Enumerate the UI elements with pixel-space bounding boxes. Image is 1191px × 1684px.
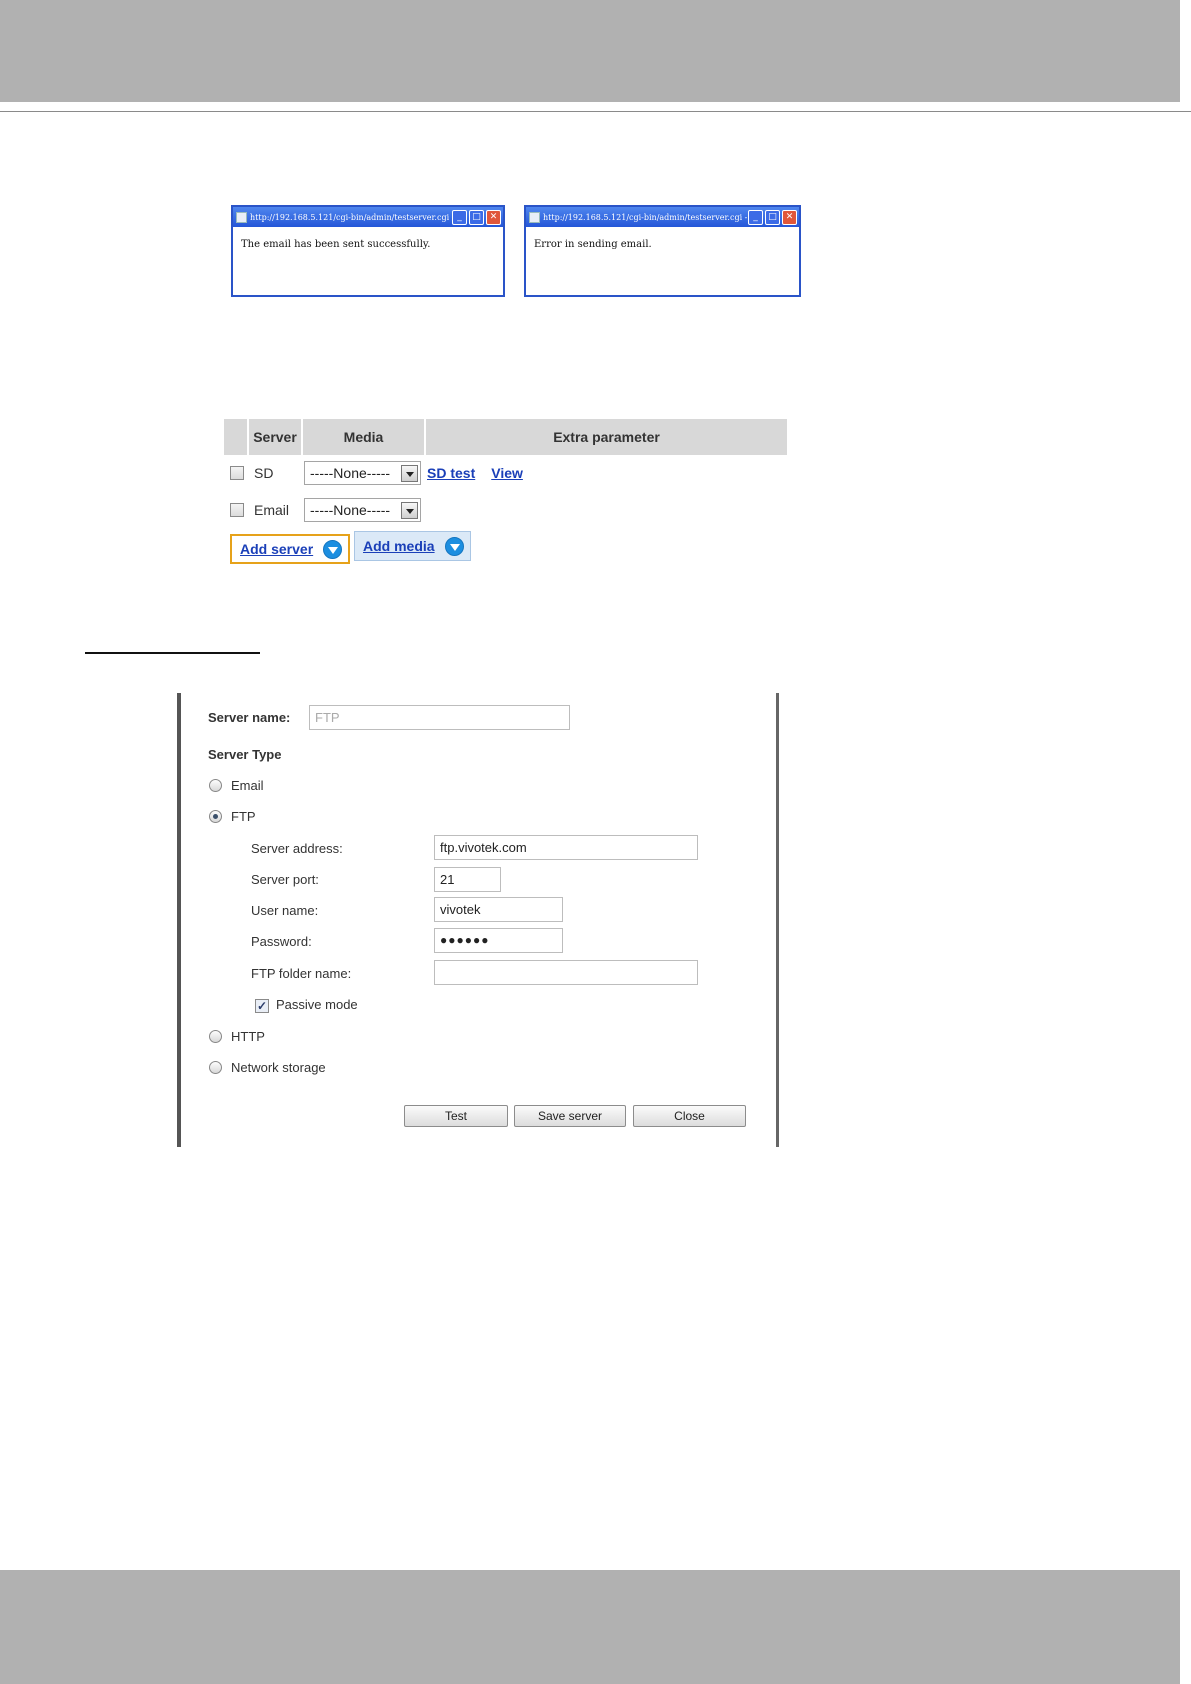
user-name-input[interactable]: vivotek <box>434 897 563 922</box>
server-name: Email <box>254 502 290 518</box>
server-address-label: Server address: <box>251 841 343 856</box>
ie-page-icon <box>236 211 247 223</box>
sd-test-link[interactable]: SD test <box>427 465 475 481</box>
page-footer-band <box>0 1570 1191 1684</box>
section-heading-underline <box>85 652 260 654</box>
email-radio[interactable] <box>209 779 222 792</box>
view-link[interactable]: View <box>491 465 523 481</box>
add-media-label[interactable]: Add media <box>363 538 435 554</box>
maximize-icon[interactable]: □ <box>469 209 484 225</box>
server-name: SD <box>254 465 274 481</box>
dialog-titlebar[interactable]: http://192.168.5.121/cgi-bin/admin/tests… <box>526 207 799 227</box>
close-button[interactable]: Close <box>633 1105 746 1127</box>
test-button[interactable]: Test <box>404 1105 508 1127</box>
add-server-button[interactable]: Add server <box>230 534 350 564</box>
table-row: Email -----None----- <box>224 498 421 522</box>
server-port-input[interactable]: 21 <box>434 867 501 892</box>
add-server-label[interactable]: Add server <box>240 541 313 557</box>
email-radio-label: Email <box>231 778 264 793</box>
media-select[interactable]: -----None----- <box>304 461 421 485</box>
password-label: Password: <box>251 934 312 949</box>
minimize-icon[interactable]: _ <box>452 209 467 225</box>
media-select[interactable]: -----None----- <box>304 498 421 522</box>
dialog-message: The email has been sent successfully. <box>241 239 431 250</box>
header-extra-parameter: Extra parameter <box>553 429 660 445</box>
ie-page-icon <box>529 211 540 223</box>
server-media-table: Server Media Extra parameter SD -----Non… <box>224 419 787 522</box>
passive-mode-checkbox[interactable]: ✓ <box>255 999 269 1013</box>
server-type-heading: Server Type <box>208 747 282 762</box>
header-edge-strip <box>1180 0 1191 102</box>
sd-checkbox[interactable] <box>230 466 244 480</box>
dialog-title: http://192.168.5.121/cgi-bin/admin/tests… <box>250 212 452 222</box>
server-port-label: Server port: <box>251 872 319 887</box>
maximize-icon[interactable]: □ <box>765 209 780 225</box>
email-checkbox[interactable] <box>230 503 244 517</box>
dialog-titlebar[interactable]: http://192.168.5.121/cgi-bin/admin/tests… <box>233 207 503 227</box>
chevron-down-icon[interactable] <box>401 501 418 519</box>
add-media-button[interactable]: Add media <box>354 531 471 561</box>
server-name-label: Server name: <box>208 710 291 725</box>
passive-mode-label: Passive mode <box>276 997 358 1012</box>
close-icon[interactable]: ✕ <box>782 209 797 225</box>
network-storage-radio-label: Network storage <box>231 1060 326 1075</box>
network-storage-radio[interactable] <box>209 1061 222 1074</box>
http-radio-label: HTTP <box>231 1029 265 1044</box>
save-server-button[interactable]: Save server <box>514 1105 626 1127</box>
header-media: Media <box>303 419 426 455</box>
header-checkbox-col <box>224 419 249 455</box>
header-server: Server <box>249 419 303 455</box>
password-input[interactable]: ●●●●●● <box>434 928 563 953</box>
server-settings-panel: Server name: FTP Server Type Email FTP S… <box>177 693 779 1147</box>
table-header: Server Media Extra parameter <box>224 419 787 455</box>
email-error-dialog: http://192.168.5.121/cgi-bin/admin/tests… <box>524 205 801 297</box>
dialog-title: http://192.168.5.121/cgi-bin/admin/tests… <box>543 212 748 222</box>
ftp-folder-input[interactable] <box>434 960 698 985</box>
user-name-label: User name: <box>251 903 319 918</box>
ftp-folder-label: FTP folder name: <box>251 966 352 981</box>
expand-arrow-icon[interactable] <box>323 539 343 559</box>
table-row: SD -----None----- SD test View <box>224 461 523 485</box>
expand-arrow-icon[interactable] <box>444 536 464 556</box>
footer-edge-strip <box>1180 1570 1191 1684</box>
select-value: -----None----- <box>310 502 391 518</box>
dialog-message: Error in sending email. <box>534 239 652 250</box>
server-address-input[interactable]: ftp.vivotek.com <box>434 835 698 860</box>
page-header-band <box>0 0 1191 102</box>
ftp-radio-label: FTP <box>231 809 256 824</box>
server-name-input[interactable]: FTP <box>309 705 570 730</box>
ftp-radio[interactable] <box>209 810 222 823</box>
select-value: -----None----- <box>310 465 391 481</box>
chevron-down-icon[interactable] <box>401 464 418 482</box>
close-icon[interactable]: ✕ <box>486 209 501 225</box>
minimize-icon[interactable]: _ <box>748 209 763 225</box>
email-success-dialog: http://192.168.5.121/cgi-bin/admin/tests… <box>231 205 505 297</box>
http-radio[interactable] <box>209 1030 222 1043</box>
header-divider <box>0 111 1191 112</box>
